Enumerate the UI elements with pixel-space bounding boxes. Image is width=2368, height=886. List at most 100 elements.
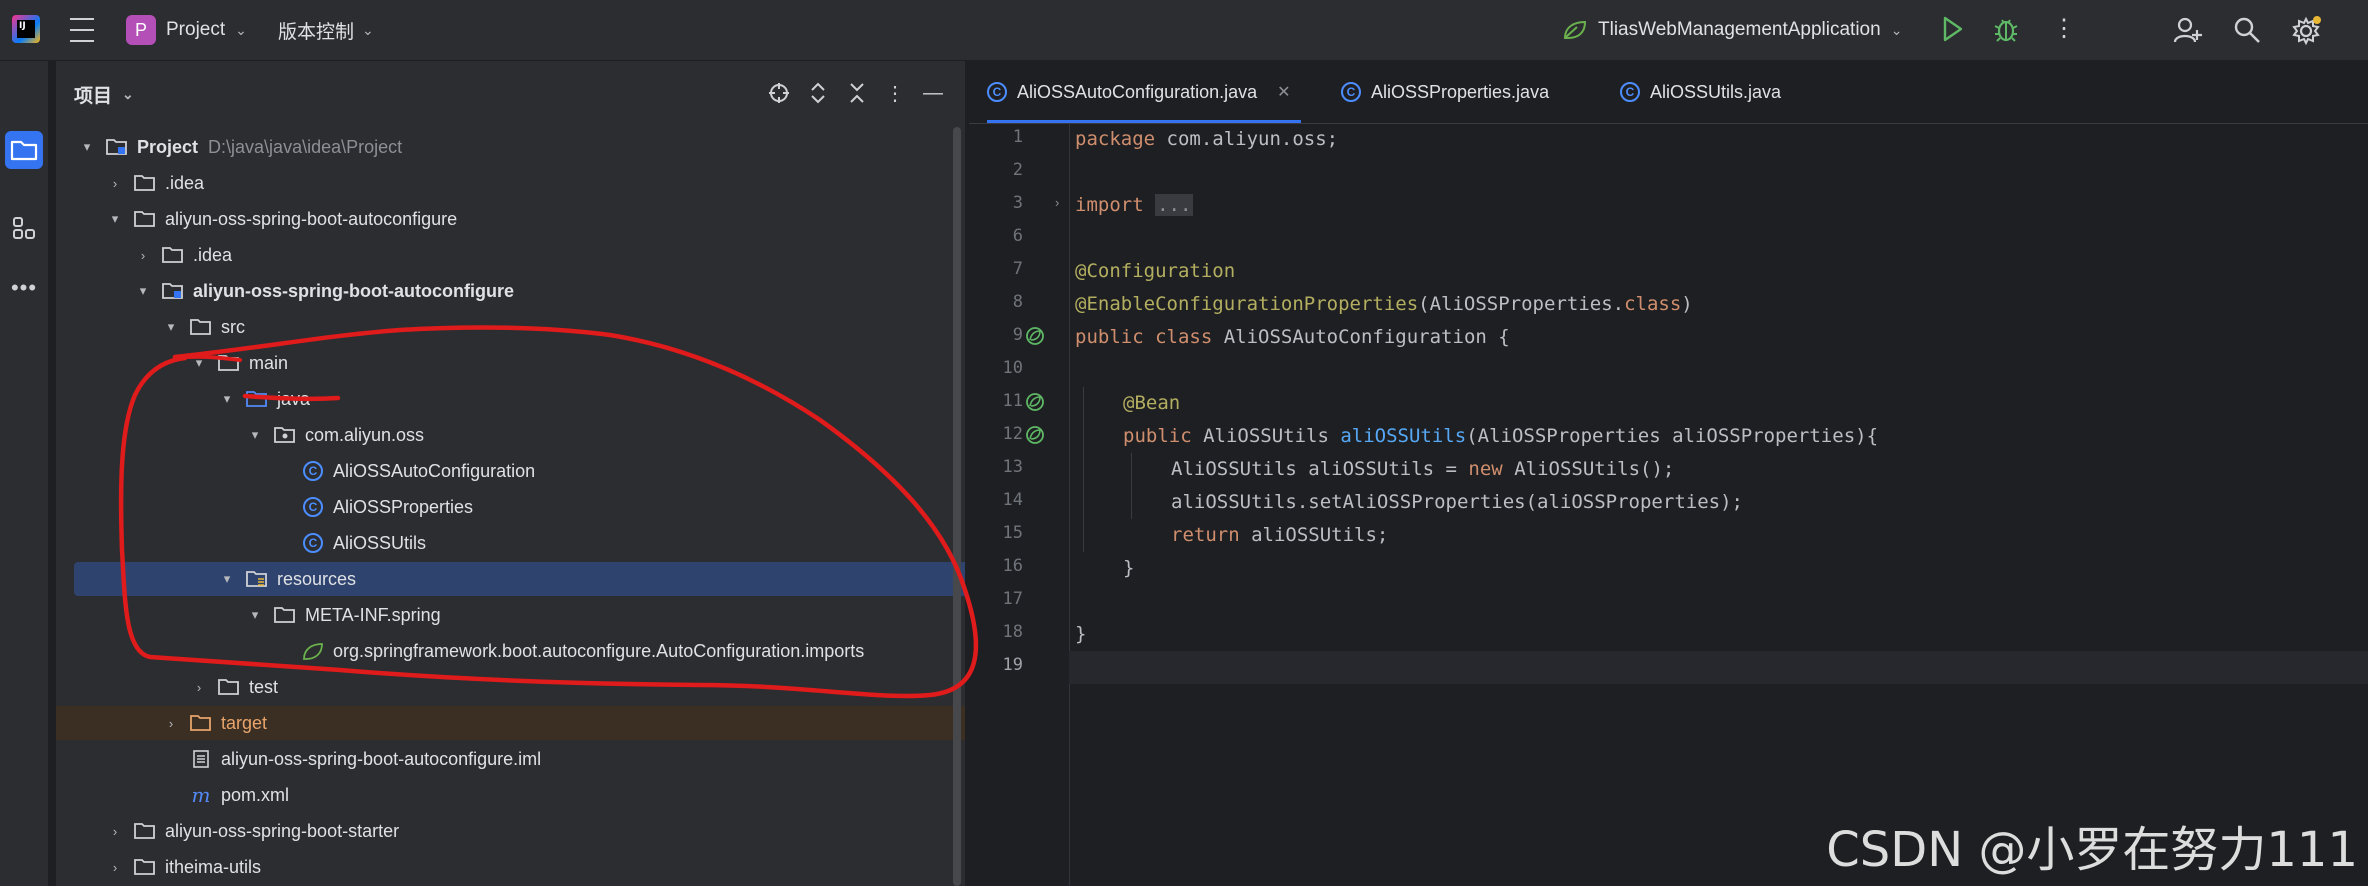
run-configuration-selector[interactable]: TliasWebManagementApplication ⌄: [1562, 14, 1902, 46]
vcs-menu[interactable]: 版本控制 ⌄: [278, 14, 374, 46]
chevron-down-icon: ⌄: [235, 21, 247, 38]
tree-row-iml[interactable]: › aliyun-oss-spring-boot-autoconfigure.i…: [56, 742, 965, 776]
code-area[interactable]: package com.aliyun.oss; import ... @Conf…: [1069, 123, 2368, 886]
editor-tab[interactable]: C AliOSSUtils.java: [1620, 61, 1781, 123]
fold-expand-icon[interactable]: ›: [1055, 195, 1059, 210]
chevron-down-icon[interactable]: ▾: [190, 354, 208, 372]
tree-label: AliOSSProperties: [333, 496, 474, 517]
tree-row-idea[interactable]: › .idea: [56, 166, 965, 200]
add-user-icon[interactable]: [2173, 16, 2203, 44]
tree-row-class[interactable]: › C AliOSSUtils: [56, 526, 965, 560]
spring-bean-gutter-icon[interactable]: [1025, 326, 1045, 346]
structure-tool-button[interactable]: [5, 209, 43, 247]
tree-row-class[interactable]: › C AliOSSAutoConfiguration: [56, 454, 965, 488]
tree-label: com.aliyun.oss: [305, 424, 425, 445]
main-menu-icon[interactable]: [68, 18, 96, 42]
iml-file-icon: [190, 749, 212, 769]
tree-row-src[interactable]: ▾ src: [56, 310, 965, 344]
folder-icon: [134, 209, 156, 229]
chevron-right-icon[interactable]: ›: [190, 678, 208, 696]
tree-scrollbar[interactable]: [953, 127, 961, 886]
class-icon: C: [987, 82, 1007, 102]
tree-label: AliOSSUtils: [333, 532, 427, 553]
tree-row-main[interactable]: ▾ main: [56, 346, 965, 380]
chevron-right-icon[interactable]: ›: [162, 714, 180, 732]
line-number: 18: [1002, 622, 1023, 642]
tree-row-class[interactable]: › C AliOSSProperties: [56, 490, 965, 524]
structure-icon: [13, 217, 35, 239]
debug-button[interactable]: [1993, 14, 2019, 44]
tree-row-project[interactable]: ▾ Project D:\java\java\idea\Project: [56, 130, 965, 164]
maven-icon: m: [191, 783, 211, 807]
chevron-down-icon[interactable]: ▾: [246, 426, 264, 444]
code-line: @EnableConfigurationProperties(AliOSSPro…: [1075, 293, 1693, 315]
tree-row-package[interactable]: ▾ com.aliyun.oss: [56, 418, 965, 452]
settings-gear-icon[interactable]: [2291, 14, 2323, 46]
project-panel-header: 项目 ⌄ ⋮ —: [56, 61, 965, 125]
spring-bean-gutter-icon[interactable]: [1025, 392, 1045, 412]
bug-icon: [1994, 19, 2018, 42]
line-number: 19: [1002, 655, 1023, 675]
chevron-down-icon[interactable]: ▾: [162, 318, 180, 336]
line-number: 16: [1002, 556, 1023, 576]
chevron-down-icon[interactable]: ▾: [134, 282, 152, 300]
line-number: 9: [1012, 325, 1023, 345]
project-switcher[interactable]: P Project ⌄: [126, 14, 247, 46]
expand-all-icon[interactable]: [806, 81, 830, 105]
tool-window-strip: •••: [0, 61, 49, 886]
close-icon[interactable]: ✕: [1277, 82, 1290, 102]
tree-row-meta-inf[interactable]: ▾ META-INF.spring: [56, 598, 965, 632]
locate-crosshair-icon[interactable]: [767, 81, 791, 105]
class-icon: C: [1620, 82, 1640, 102]
chevron-down-icon[interactable]: ▾: [78, 138, 96, 156]
project-tool-button[interactable]: [5, 131, 43, 169]
editor-gutter: 1 2 3 6 7 8 9 10 11 12 13 14 15 16 17 18…: [969, 123, 1070, 886]
intellij-logo-icon[interactable]: IJ: [12, 15, 40, 43]
tree-row-starter[interactable]: › aliyun-oss-spring-boot-starter: [56, 814, 965, 848]
tree-label: aliyun-oss-spring-boot-autoconfigure.iml: [221, 748, 542, 769]
line-number: 8: [1012, 292, 1023, 312]
more-actions-icon[interactable]: ⋮: [2052, 14, 2076, 43]
chevron-down-icon[interactable]: ▾: [246, 606, 264, 624]
tree-row-idea-2[interactable]: › .idea: [56, 238, 965, 272]
line-number: 14: [1002, 490, 1023, 510]
hide-panel-icon[interactable]: —: [921, 81, 945, 105]
tree-row-itheima-utils[interactable]: › itheima-utils: [56, 850, 965, 884]
chevron-down-icon[interactable]: ▾: [218, 570, 236, 588]
collapse-all-icon[interactable]: [845, 81, 869, 105]
project-view-selector[interactable]: 项目 ⌄: [74, 81, 134, 108]
search-icon[interactable]: [2233, 16, 2261, 44]
tree-label: java: [277, 388, 311, 409]
spring-boot-icon: [1563, 20, 1587, 39]
folder-icon: [274, 605, 296, 625]
run-button[interactable]: [1942, 16, 1964, 42]
class-icon: C: [302, 461, 324, 481]
chevron-right-icon[interactable]: ›: [106, 174, 124, 192]
line-number: 11: [1002, 391, 1023, 411]
tree-row-imports-file[interactable]: › org.springframework.boot.autoconfigure…: [56, 634, 965, 668]
spring-bean-gutter-icon[interactable]: [1025, 425, 1045, 445]
tree-row-autoconfigure-folder[interactable]: ▾ aliyun-oss-spring-boot-autoconfigure: [56, 202, 965, 236]
folder-icon: [134, 857, 156, 877]
line-number: 15: [1002, 523, 1023, 543]
tree-label: AliOSSAutoConfiguration: [333, 460, 536, 481]
tree-row-resources[interactable]: ▾ resources: [74, 562, 965, 596]
tree-row-pom[interactable]: › m pom.xml: [56, 778, 965, 812]
watermark: CSDN @小罗在努力111: [1826, 822, 2358, 878]
tree-row-java[interactable]: ▾ java: [56, 382, 965, 416]
more-tools-icon[interactable]: •••: [5, 269, 43, 307]
chevron-down-icon[interactable]: ▾: [218, 390, 236, 408]
current-line: [1069, 651, 2368, 684]
tree-row-test[interactable]: › test: [56, 670, 965, 704]
chevron-right-icon[interactable]: ›: [106, 858, 124, 876]
options-icon[interactable]: ⋮: [883, 81, 907, 105]
editor-tab[interactable]: C AliOSSAutoConfiguration.java ✕: [987, 61, 1301, 123]
chevron-right-icon[interactable]: ›: [134, 246, 152, 264]
source-root-folder-icon: [246, 389, 268, 409]
tree-row-autoconfigure-module[interactable]: ▾ aliyun-oss-spring-boot-autoconfigure: [56, 274, 965, 308]
editor-tab[interactable]: C AliOSSProperties.java: [1341, 61, 1549, 123]
tree-row-target[interactable]: › target: [56, 706, 965, 740]
folded-imports[interactable]: ...: [1155, 194, 1194, 216]
chevron-down-icon[interactable]: ▾: [106, 210, 124, 228]
chevron-right-icon[interactable]: ›: [106, 822, 124, 840]
